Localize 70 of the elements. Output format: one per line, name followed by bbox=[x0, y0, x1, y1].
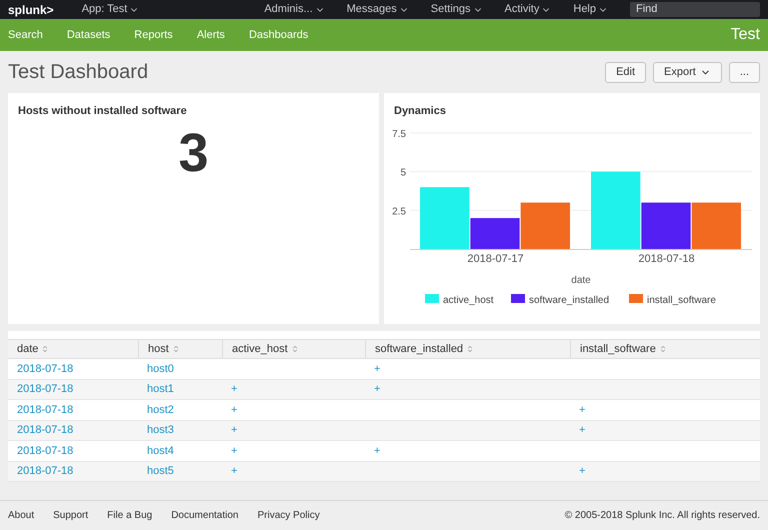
copyright-text: © 2005-2018 Splunk Inc. All rights reserved. bbox=[564, 509, 760, 523]
table-cell[interactable]: + bbox=[579, 422, 586, 438]
panel-title: Dynamics bbox=[393, 104, 447, 119]
x-axis-title: date bbox=[571, 275, 591, 286]
table-cell[interactable]: host1 bbox=[147, 381, 174, 398]
table-cell[interactable]: + bbox=[231, 422, 238, 438]
table-cell[interactable]: 2018-07-18 bbox=[17, 381, 74, 398]
table-cell[interactable]: + bbox=[579, 463, 586, 480]
column-header[interactable]: date bbox=[8, 340, 138, 358]
panel-title: Hosts without installed software bbox=[18, 104, 188, 119]
table-cell[interactable]: host5 bbox=[147, 463, 174, 480]
table-cell[interactable]: + bbox=[231, 442, 238, 459]
top-menu[interactable]: Activity bbox=[504, 1, 552, 18]
table-cell[interactable]: host2 bbox=[147, 402, 174, 418]
x-tick-label: 2018-07-17 bbox=[467, 253, 524, 265]
table-cell[interactable]: host3 bbox=[147, 422, 174, 438]
single-value: 3 bbox=[178, 126, 209, 180]
footer-link[interactable]: About bbox=[8, 508, 34, 523]
search-field[interactable]: Find bbox=[630, 2, 760, 17]
table-cell[interactable]: 2018-07-18 bbox=[17, 442, 74, 459]
y-tick-label: 5 bbox=[400, 168, 406, 179]
column-header[interactable]: active_host bbox=[222, 340, 365, 358]
app-title: Test bbox=[730, 25, 760, 45]
dashboard-title: Test Dashboard bbox=[8, 60, 150, 85]
logo[interactable]: splunk> bbox=[8, 0, 54, 18]
nav-link[interactable]: Dashboards bbox=[248, 26, 308, 44]
nav-link[interactable]: Search bbox=[8, 26, 43, 44]
app-menu[interactable]: App: Test bbox=[82, 1, 140, 18]
legend-label: software_installed bbox=[529, 295, 610, 306]
nav-link[interactable]: Reports bbox=[134, 26, 173, 44]
y-tick-label: 7.5 bbox=[392, 129, 406, 140]
table-cell[interactable]: + bbox=[374, 381, 380, 398]
top-menu[interactable]: Messages bbox=[346, 1, 409, 18]
bar bbox=[692, 202, 741, 249]
table-cell[interactable]: + bbox=[231, 463, 238, 480]
sort-icon bbox=[466, 345, 474, 353]
sort-icon bbox=[172, 345, 180, 353]
dashboard-button[interactable]: ... bbox=[728, 62, 760, 82]
x-tick-label: 2018-07-18 bbox=[638, 253, 695, 265]
table-cell[interactable]: 2018-07-18 bbox=[17, 422, 74, 438]
nav-link[interactable]: Datasets bbox=[66, 26, 110, 44]
export-menu-button[interactable]: Export bbox=[653, 62, 722, 82]
table-cell[interactable]: host4 bbox=[147, 442, 174, 459]
legend-label: active_host bbox=[443, 295, 494, 306]
footer-link[interactable]: Support bbox=[53, 508, 88, 523]
sort-icon bbox=[290, 345, 299, 353]
column-header[interactable]: install_software bbox=[570, 340, 760, 358]
top-menu[interactable]: Help bbox=[573, 1, 608, 18]
footer-link[interactable]: Privacy Policy bbox=[257, 508, 320, 523]
sort-icon bbox=[658, 345, 667, 353]
column-header[interactable]: software_installed bbox=[365, 340, 570, 358]
table-cell[interactable]: + bbox=[374, 442, 380, 459]
sort-icon bbox=[41, 345, 50, 353]
top-menu[interactable]: Adminis... bbox=[264, 1, 325, 18]
table-cell[interactable]: 2018-07-18 bbox=[17, 360, 74, 377]
top-menu[interactable]: Settings bbox=[430, 1, 483, 18]
table-cell[interactable]: 2018-07-18 bbox=[17, 402, 74, 418]
table-cell[interactable]: + bbox=[374, 360, 380, 377]
footer-link[interactable]: File a Bug bbox=[107, 508, 152, 523]
table-cell[interactable]: + bbox=[231, 381, 238, 398]
y-tick-label: 2.5 bbox=[392, 206, 406, 218]
column-header[interactable]: host bbox=[138, 340, 222, 358]
legend-label: install_software bbox=[647, 295, 716, 306]
table-cell[interactable]: + bbox=[231, 402, 238, 418]
table-cell[interactable]: 2018-07-18 bbox=[17, 463, 74, 480]
nav-link[interactable]: Alerts bbox=[196, 26, 225, 44]
table-cell[interactable]: host0 bbox=[147, 360, 174, 377]
footer-link[interactable]: Documentation bbox=[171, 508, 238, 523]
dashboard-button[interactable]: Edit bbox=[605, 62, 646, 82]
table-cell[interactable]: + bbox=[579, 402, 586, 418]
